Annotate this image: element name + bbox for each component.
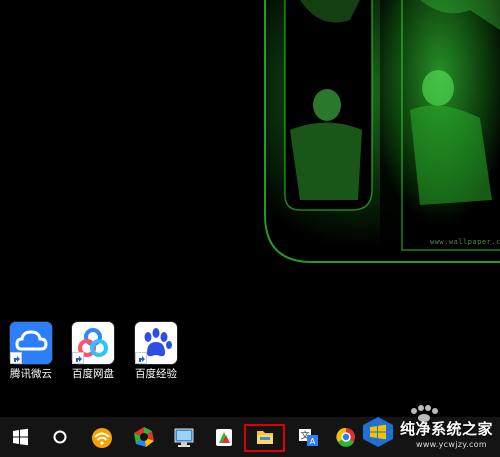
computer-icon — [174, 428, 194, 447]
highlight-box — [244, 424, 285, 452]
baidu-jingyan-icon — [135, 322, 177, 364]
windows-logo-icon — [13, 428, 28, 446]
site-watermark: 纯净系统之家 www.ycwjzy.com — [356, 404, 500, 457]
wifi-app-button[interactable] — [82, 417, 122, 457]
start-button[interactable] — [0, 417, 40, 457]
desktop-icon-baidu-netdisk[interactable]: 百度网盘 — [62, 322, 124, 382]
circle-search-icon — [53, 430, 67, 444]
media-icon — [216, 429, 232, 446]
desktop-icon-label: 百度经验 — [135, 368, 177, 380]
translate-icon: 文 A — [299, 429, 318, 446]
svg-text:A: A — [310, 437, 316, 446]
360-browser-button[interactable] — [124, 417, 164, 457]
language-button[interactable]: 文 A — [288, 417, 328, 457]
cortana-button[interactable] — [40, 417, 80, 457]
desktop-icon-baidu-jingyan[interactable]: 百度经验 — [125, 322, 187, 382]
desktop-icon-label: 百度网盘 — [72, 368, 114, 380]
desktop-icon-weiyun[interactable]: 腾讯微云 — [0, 322, 62, 382]
desktop-icon-label: 腾讯微云 — [10, 368, 52, 380]
wifi-app-icon — [92, 428, 112, 448]
360-icon — [134, 427, 154, 447]
shortcut-arrow-icon — [72, 352, 84, 364]
baidu-netdisk-icon — [72, 322, 114, 364]
media-button[interactable] — [204, 417, 244, 457]
shortcut-arrow-icon — [10, 352, 22, 364]
tencent-weiyun-icon — [10, 322, 52, 364]
computer-button[interactable] — [164, 417, 204, 457]
watermark-name: 纯净系统之家 — [400, 420, 494, 438]
shortcut-arrow-icon — [135, 352, 147, 364]
wallpaper-mark: www.wallpaper.com — [430, 238, 500, 246]
brand-logo-icon — [363, 417, 393, 447]
watermark-url: www.ycwjzy.com — [416, 440, 487, 449]
